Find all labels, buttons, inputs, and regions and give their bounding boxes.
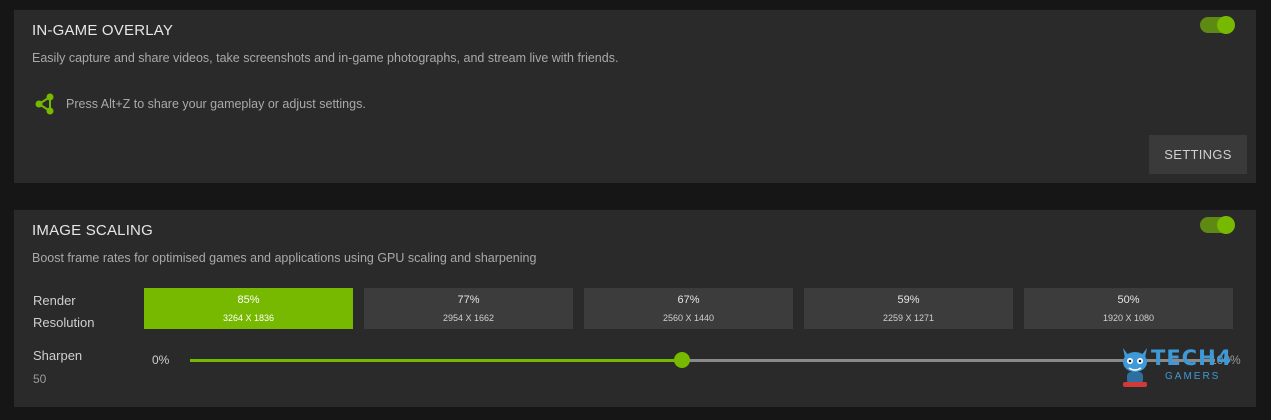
image-scaling-panel: IMAGE SCALING Boost frame rates for opti… <box>14 210 1256 407</box>
watermark-mascot-icon <box>1123 348 1147 387</box>
image-scaling-title: IMAGE SCALING <box>32 222 153 239</box>
resolution-percent: 67% <box>677 294 700 306</box>
resolution-option[interactable]: 50% 1920 X 1080 <box>1024 288 1233 329</box>
image-scaling-description: Boost frame rates for optimised games an… <box>32 251 537 265</box>
resolution-options: 85% 3264 X 1836 77% 2954 X 1662 67% 2560… <box>144 288 1233 329</box>
sharpen-value: 50 <box>33 372 47 386</box>
sharpen-slider-thumb[interactable] <box>674 352 690 368</box>
overlay-title: IN-GAME OVERLAY <box>32 22 174 39</box>
overlay-toggle[interactable] <box>1200 16 1235 34</box>
slider-min-label: 0% <box>152 353 170 367</box>
share-icon <box>34 93 56 115</box>
watermark-line2: GAMERS <box>1165 371 1221 382</box>
resolution-option[interactable]: 77% 2954 X 1662 <box>364 288 573 329</box>
resolution-percent: 59% <box>897 294 920 306</box>
resolution-dimensions: 3264 X 1836 <box>222 313 275 323</box>
watermark-line1: TECH4 <box>1151 346 1233 370</box>
image-scaling-toggle[interactable] <box>1200 216 1235 234</box>
overlay-description: Easily capture and share videos, take sc… <box>32 51 619 65</box>
watermark-logo: TECH4 GAMERS <box>1117 342 1231 395</box>
resolution-dimensions: 2954 X 1662 <box>442 313 495 323</box>
sharpen-slider[interactable] <box>190 352 1215 368</box>
resolution-percent: 77% <box>457 294 480 306</box>
sharpen-slider-fill <box>190 359 682 362</box>
resolution-dimensions: 2259 X 1271 <box>882 313 935 323</box>
share-hint-text: Press Alt+Z to share your gameplay or ad… <box>66 97 366 111</box>
resolution-dimensions: 2560 X 1440 <box>662 313 715 323</box>
resolution-option[interactable]: 85% 3264 X 1836 <box>144 288 353 329</box>
sharpen-label: Sharpen <box>33 348 83 363</box>
toggle-knob <box>1217 16 1235 34</box>
toggle-knob <box>1217 216 1235 234</box>
settings-button[interactable]: SETTINGS <box>1149 135 1247 174</box>
share-hint-row: Press Alt+Z to share your gameplay or ad… <box>34 93 366 115</box>
render-resolution-label: Render Resolution <box>33 293 95 330</box>
resolution-dimensions: 1920 X 1080 <box>1102 313 1155 323</box>
resolution-percent: 50% <box>1117 294 1140 306</box>
resolution-option[interactable]: 67% 2560 X 1440 <box>584 288 793 329</box>
resolution-option[interactable]: 59% 2259 X 1271 <box>804 288 1013 329</box>
resolution-percent: 85% <box>237 294 260 306</box>
in-game-overlay-panel: IN-GAME OVERLAY Easily capture and share… <box>14 10 1256 183</box>
